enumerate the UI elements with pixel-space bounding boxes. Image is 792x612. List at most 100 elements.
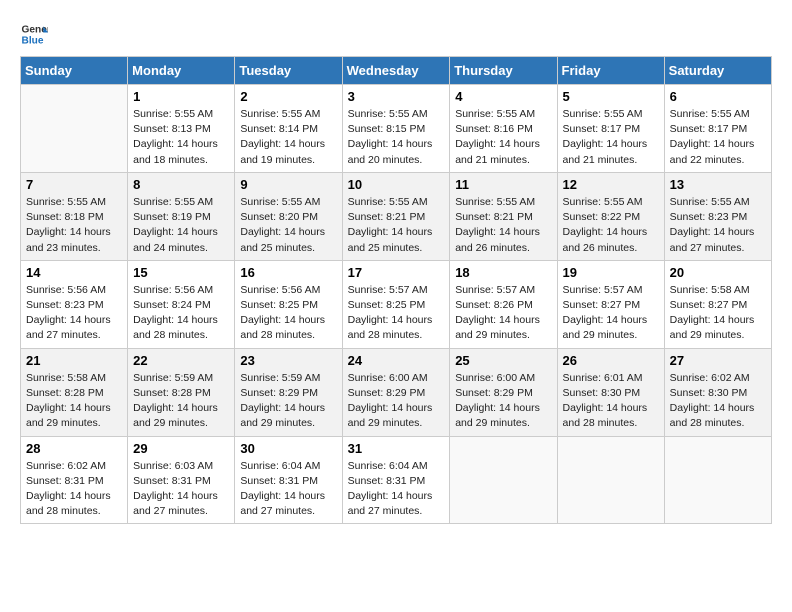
day-header-wednesday: Wednesday xyxy=(342,57,450,85)
calendar-cell: 30 Sunrise: 6:04 AM Sunset: 8:31 PM Dayli… xyxy=(235,436,342,524)
calendar-cell: 11Sunrise: 5:55 AM Sunset: 8:21 PM Dayli… xyxy=(450,172,557,260)
calendar-cell: 2 Sunrise: 5:55 AM Sunset: 8:14 PM Daylig… xyxy=(235,85,342,173)
day-number: 26 xyxy=(563,353,659,368)
day-number: 13 xyxy=(670,177,766,192)
calendar-cell: 22 Sunrise: 5:59 AM Sunset: 8:28 PM Dayli… xyxy=(128,348,235,436)
week-row-2: 7 Sunrise: 5:55 AM Sunset: 8:18 PM Daylig… xyxy=(21,172,772,260)
day-info: Sunrise: 6:00 AM Sunset: 8:29 PM Dayligh… xyxy=(455,371,551,432)
svg-text:Blue: Blue xyxy=(22,35,44,46)
day-number: 29 xyxy=(133,441,229,456)
calendar-cell: 28 Sunrise: 6:02 AM Sunset: 8:31 PM Dayli… xyxy=(21,436,128,524)
calendar-cell: 7 Sunrise: 5:55 AM Sunset: 8:18 PM Daylig… xyxy=(21,172,128,260)
week-row-1: 1 Sunrise: 5:55 AM Sunset: 8:13 PM Daylig… xyxy=(21,85,772,173)
day-info: Sunrise: 5:55 AM Sunset: 8:23 PM Dayligh… xyxy=(670,195,766,256)
day-number: 7 xyxy=(26,177,122,192)
day-number: 3 xyxy=(348,89,445,104)
day-header-sunday: Sunday xyxy=(21,57,128,85)
calendar-cell: 5 Sunrise: 5:55 AM Sunset: 8:17 PM Daylig… xyxy=(557,85,664,173)
day-number: 31 xyxy=(348,441,445,456)
day-number: 5 xyxy=(563,89,659,104)
day-info: Sunrise: 5:55 AM Sunset: 8:17 PM Dayligh… xyxy=(563,107,659,168)
calendar-cell: 4 Sunrise: 5:55 AM Sunset: 8:16 PM Daylig… xyxy=(450,85,557,173)
week-row-5: 28 Sunrise: 6:02 AM Sunset: 8:31 PM Dayli… xyxy=(21,436,772,524)
calendar-cell xyxy=(450,436,557,524)
day-number: 10 xyxy=(348,177,445,192)
day-info: Sunrise: 5:55 AM Sunset: 8:14 PM Dayligh… xyxy=(240,107,336,168)
calendar-cell xyxy=(557,436,664,524)
day-number: 14 xyxy=(26,265,122,280)
day-info: Sunrise: 5:59 AM Sunset: 8:28 PM Dayligh… xyxy=(133,371,229,432)
calendar-cell: 8 Sunrise: 5:55 AM Sunset: 8:19 PM Daylig… xyxy=(128,172,235,260)
day-number: 9 xyxy=(240,177,336,192)
day-number: 6 xyxy=(670,89,766,104)
day-number: 30 xyxy=(240,441,336,456)
day-header-thursday: Thursday xyxy=(450,57,557,85)
calendar-cell: 27Sunrise: 6:02 AM Sunset: 8:30 PM Dayli… xyxy=(664,348,771,436)
day-header-tuesday: Tuesday xyxy=(235,57,342,85)
calendar-cell: 29 Sunrise: 6:03 AM Sunset: 8:31 PM Dayli… xyxy=(128,436,235,524)
day-info: Sunrise: 5:55 AM Sunset: 8:13 PM Dayligh… xyxy=(133,107,229,168)
day-number: 8 xyxy=(133,177,229,192)
calendar-cell: 14 Sunrise: 5:56 AM Sunset: 8:23 PM Dayli… xyxy=(21,260,128,348)
day-number: 12 xyxy=(563,177,659,192)
day-number: 4 xyxy=(455,89,551,104)
day-info: Sunrise: 5:55 AM Sunset: 8:21 PM Dayligh… xyxy=(348,195,445,256)
day-info: Sunrise: 5:58 AM Sunset: 8:28 PM Dayligh… xyxy=(26,371,122,432)
calendar-cell: 1 Sunrise: 5:55 AM Sunset: 8:13 PM Daylig… xyxy=(128,85,235,173)
day-number: 28 xyxy=(26,441,122,456)
day-number: 22 xyxy=(133,353,229,368)
day-info: Sunrise: 5:55 AM Sunset: 8:16 PM Dayligh… xyxy=(455,107,551,168)
calendar-cell: 10 Sunrise: 5:55 AM Sunset: 8:21 PM Dayli… xyxy=(342,172,450,260)
day-info: Sunrise: 5:56 AM Sunset: 8:23 PM Dayligh… xyxy=(26,283,122,344)
day-info: Sunrise: 5:56 AM Sunset: 8:25 PM Dayligh… xyxy=(240,283,336,344)
calendar-cell: 31 Sunrise: 6:04 AM Sunset: 8:31 PM Dayli… xyxy=(342,436,450,524)
day-number: 20 xyxy=(670,265,766,280)
day-info: Sunrise: 5:55 AM Sunset: 8:15 PM Dayligh… xyxy=(348,107,445,168)
day-info: Sunrise: 5:57 AM Sunset: 8:27 PM Dayligh… xyxy=(563,283,659,344)
calendar-cell: 26Sunrise: 6:01 AM Sunset: 8:30 PM Dayli… xyxy=(557,348,664,436)
day-header-saturday: Saturday xyxy=(664,57,771,85)
day-info: Sunrise: 5:59 AM Sunset: 8:29 PM Dayligh… xyxy=(240,371,336,432)
day-info: Sunrise: 5:55 AM Sunset: 8:17 PM Dayligh… xyxy=(670,107,766,168)
calendar-cell: 24Sunrise: 6:00 AM Sunset: 8:29 PM Dayli… xyxy=(342,348,450,436)
day-number: 18 xyxy=(455,265,551,280)
week-row-3: 14 Sunrise: 5:56 AM Sunset: 8:23 PM Dayli… xyxy=(21,260,772,348)
calendar-table: SundayMondayTuesdayWednesdayThursdayFrid… xyxy=(20,56,772,524)
logo: General Blue xyxy=(20,20,52,48)
day-number: 1 xyxy=(133,89,229,104)
calendar-cell: 19Sunrise: 5:57 AM Sunset: 8:27 PM Dayli… xyxy=(557,260,664,348)
calendar-cell: 17 Sunrise: 5:57 AM Sunset: 8:25 PM Dayli… xyxy=(342,260,450,348)
day-info: Sunrise: 5:55 AM Sunset: 8:19 PM Dayligh… xyxy=(133,195,229,256)
day-header-monday: Monday xyxy=(128,57,235,85)
day-info: Sunrise: 5:57 AM Sunset: 8:25 PM Dayligh… xyxy=(348,283,445,344)
day-info: Sunrise: 5:55 AM Sunset: 8:20 PM Dayligh… xyxy=(240,195,336,256)
day-number: 21 xyxy=(26,353,122,368)
calendar-cell: 12 Sunrise: 5:55 AM Sunset: 8:22 PM Dayli… xyxy=(557,172,664,260)
day-number: 27 xyxy=(670,353,766,368)
day-info: Sunrise: 6:04 AM Sunset: 8:31 PM Dayligh… xyxy=(348,459,445,520)
day-number: 17 xyxy=(348,265,445,280)
day-number: 25 xyxy=(455,353,551,368)
day-number: 15 xyxy=(133,265,229,280)
calendar-cell xyxy=(21,85,128,173)
day-info: Sunrise: 6:02 AM Sunset: 8:31 PM Dayligh… xyxy=(26,459,122,520)
calendar-cell: 9 Sunrise: 5:55 AM Sunset: 8:20 PM Daylig… xyxy=(235,172,342,260)
day-info: Sunrise: 6:04 AM Sunset: 8:31 PM Dayligh… xyxy=(240,459,336,520)
day-info: Sunrise: 5:55 AM Sunset: 8:18 PM Dayligh… xyxy=(26,195,122,256)
day-number: 11 xyxy=(455,177,551,192)
week-row-4: 21 Sunrise: 5:58 AM Sunset: 8:28 PM Dayli… xyxy=(21,348,772,436)
day-info: Sunrise: 5:57 AM Sunset: 8:26 PM Dayligh… xyxy=(455,283,551,344)
day-number: 23 xyxy=(240,353,336,368)
day-header-friday: Friday xyxy=(557,57,664,85)
calendar-cell: 21 Sunrise: 5:58 AM Sunset: 8:28 PM Dayli… xyxy=(21,348,128,436)
calendar-cell: 25 Sunrise: 6:00 AM Sunset: 8:29 PM Dayli… xyxy=(450,348,557,436)
day-number: 2 xyxy=(240,89,336,104)
day-info: Sunrise: 5:55 AM Sunset: 8:22 PM Dayligh… xyxy=(563,195,659,256)
day-info: Sunrise: 5:58 AM Sunset: 8:27 PM Dayligh… xyxy=(670,283,766,344)
day-info: Sunrise: 6:03 AM Sunset: 8:31 PM Dayligh… xyxy=(133,459,229,520)
day-info: Sunrise: 5:56 AM Sunset: 8:24 PM Dayligh… xyxy=(133,283,229,344)
calendar-cell: 23 Sunrise: 5:59 AM Sunset: 8:29 PM Dayli… xyxy=(235,348,342,436)
calendar-cell: 16 Sunrise: 5:56 AM Sunset: 8:25 PM Dayli… xyxy=(235,260,342,348)
calendar-cell: 15 Sunrise: 5:56 AM Sunset: 8:24 PM Dayli… xyxy=(128,260,235,348)
day-number: 16 xyxy=(240,265,336,280)
